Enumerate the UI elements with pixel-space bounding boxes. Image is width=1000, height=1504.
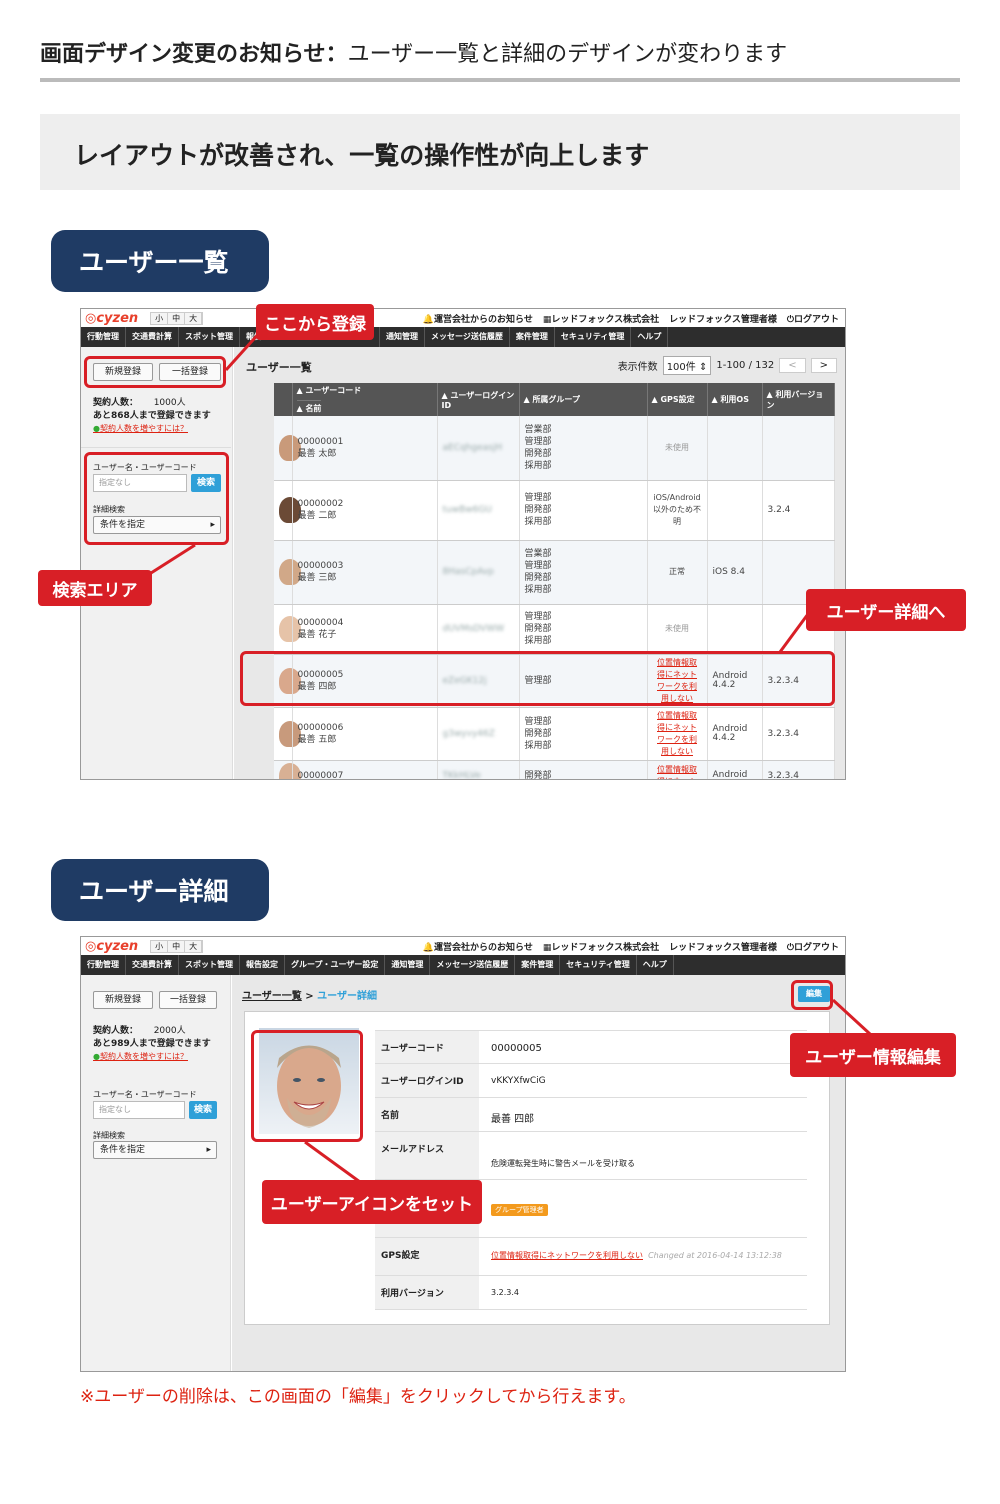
callout-edit: ユーザー情報編集 (790, 1033, 956, 1077)
callout-lines (139, 328, 810, 653)
callout-to-detail: ユーザー詳細へ (806, 589, 966, 631)
version-label: 利用バージョン (375, 1276, 479, 1309)
callout-icon: ユーザーアイコンをセット (262, 1180, 482, 1224)
field-row-gps: GPS設定 位置情報取得にネットワークを利用しない Changed at 2016… (375, 1238, 807, 1276)
gps-changed-at: Changed at 2016-04-14 13:12:38 (648, 1251, 782, 1260)
version-value: 3.2.3.4 (491, 1288, 519, 1297)
delete-note: ※ユーザーの削除は、この画面の「編集」をクリックしてから行えます。 (80, 1387, 636, 1407)
callout-register: ここから登録 (256, 304, 374, 340)
group-admin-badge: グループ管理者 (491, 1204, 548, 1216)
callout-search: 検索エリア (38, 570, 152, 606)
field-row-version: 利用バージョン 3.2.3.4 (375, 1276, 807, 1310)
gps-value[interactable]: 位置情報取得にネットワークを利用しない (491, 1251, 643, 1260)
gps-label: GPS設定 (375, 1238, 479, 1275)
